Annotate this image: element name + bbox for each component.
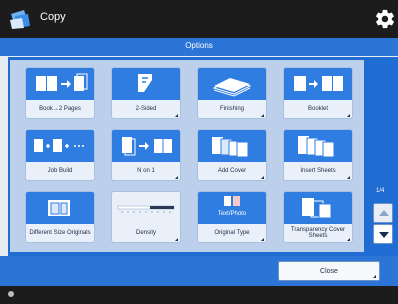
title-bar: Copy	[0, 0, 398, 38]
job-build-button[interactable]: Job Build	[26, 130, 94, 180]
different-size-originals-button[interactable]: Different Size Originals	[26, 192, 94, 242]
booklet-icon	[294, 76, 343, 91]
density-icon	[117, 205, 175, 213]
original-type-icon	[224, 196, 240, 206]
finishing-button[interactable]: Finishing	[198, 68, 266, 118]
transparency-cover-sheets-button[interactable]: Transparency Cover Sheets	[284, 192, 352, 242]
different-size-originals-icon	[48, 200, 70, 216]
options-label: Options	[185, 41, 213, 50]
close-button[interactable]: Close	[278, 261, 380, 281]
tile-label: Density	[135, 229, 156, 236]
tile-label: Insert Sheets	[300, 167, 336, 174]
tile-label: Different Size Originals	[29, 229, 91, 236]
n-on-1-icon	[122, 137, 172, 156]
insert-sheets-icon	[298, 136, 335, 158]
tile-label: Book→2 Pages	[39, 105, 81, 112]
scroll-up-button[interactable]	[373, 203, 393, 223]
transparency-cover-sheets-icon	[302, 198, 332, 219]
n-on-1-button[interactable]: N on 1	[112, 130, 180, 180]
original-type-value: Text/Photo	[217, 211, 247, 217]
tile-label: 2-Sided	[135, 105, 157, 112]
tile-label: Booklet	[307, 105, 328, 112]
page-indicator: 1/4	[376, 188, 385, 194]
tile-label: N on 1	[137, 167, 155, 174]
app-title: Copy	[40, 11, 66, 23]
options-bar: Options	[0, 38, 398, 56]
copy-options-screen: Copy Options Book→2 Pages 2-Sided Finish…	[0, 0, 398, 304]
status-indicator	[8, 291, 14, 297]
two-sided-icon	[138, 74, 152, 92]
add-cover-icon	[212, 137, 249, 158]
tile-label: Job Build	[47, 167, 73, 174]
finishing-icon	[212, 78, 252, 97]
scroll-down-button[interactable]	[373, 224, 393, 244]
original-type-button[interactable]: Text/Photo Original Type	[198, 192, 266, 242]
density-button[interactable]: Density	[112, 192, 180, 242]
book-to-two-pages-button[interactable]: Book→2 Pages	[26, 68, 94, 118]
add-cover-button[interactable]: Add Cover	[198, 130, 266, 180]
options-grid: Book→2 Pages 2-Sided Finishing Booklet J…	[10, 60, 364, 252]
copy-icon	[10, 10, 30, 29]
tile-label: Finishing	[219, 105, 244, 112]
insert-sheets-button[interactable]: Insert Sheets	[284, 130, 352, 180]
tile-label: Add Cover	[217, 167, 247, 174]
status-bar	[0, 286, 398, 304]
tile-label: Transparency Cover Sheets	[290, 226, 346, 239]
book-to-two-pages-icon	[36, 73, 88, 91]
tile-label: Original Type	[214, 229, 250, 236]
close-label: Close	[320, 267, 338, 275]
two-sided-button[interactable]: 2-Sided	[112, 68, 180, 118]
job-build-icon	[34, 139, 84, 152]
booklet-button[interactable]: Booklet	[284, 68, 352, 118]
gear-icon[interactable]	[374, 8, 396, 30]
